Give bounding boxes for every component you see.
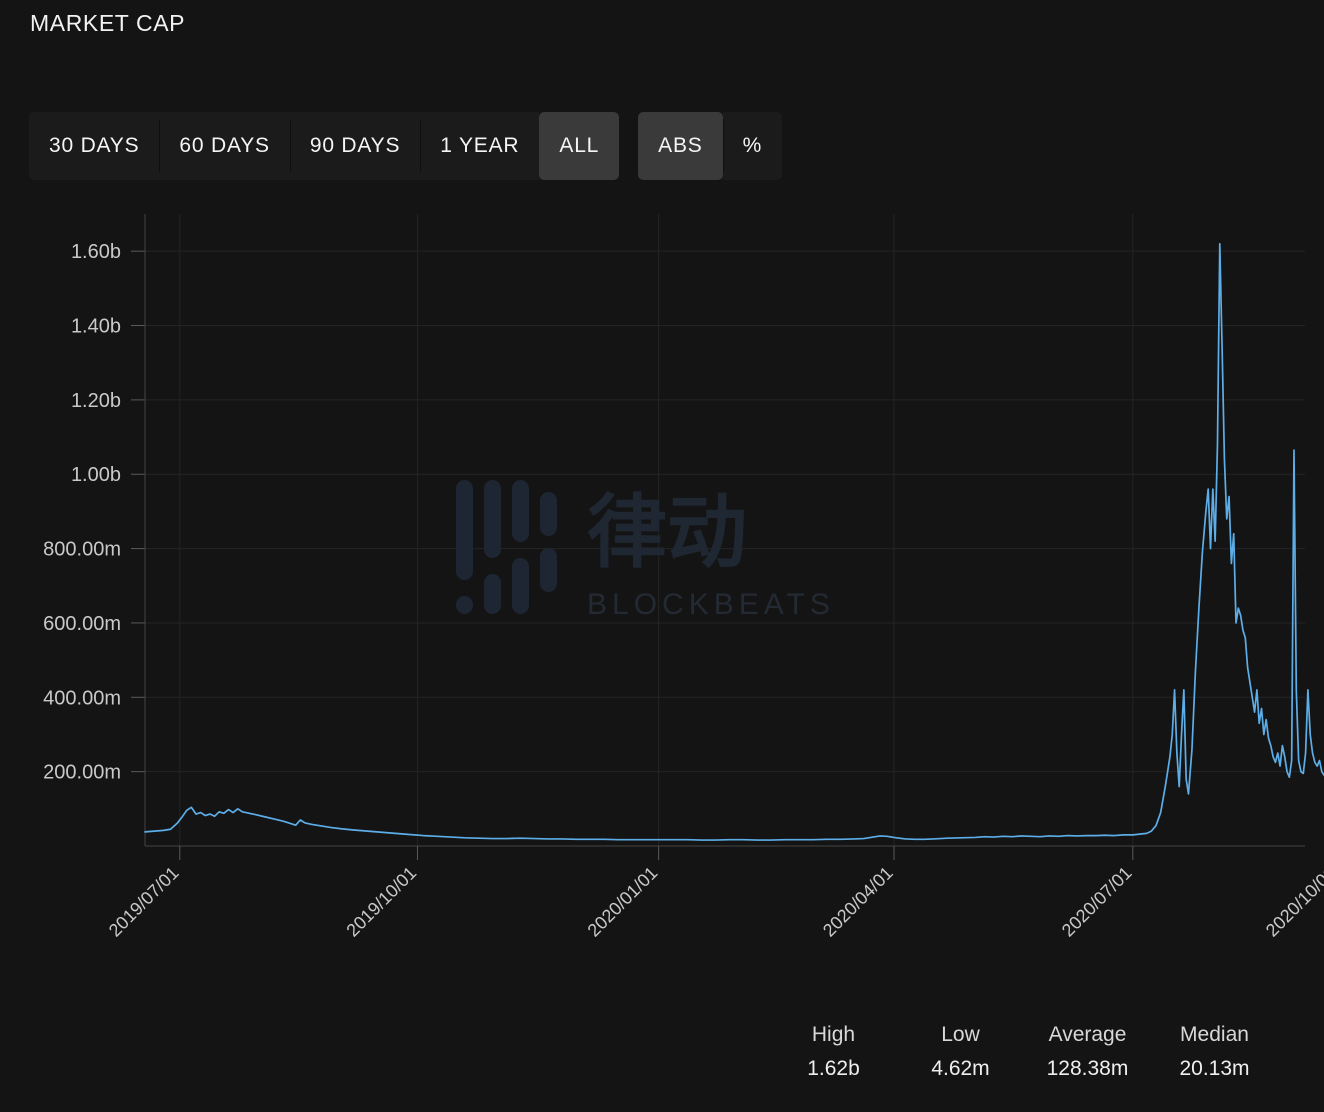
x-tick-label: 2019/10/01 (342, 863, 420, 941)
stat-low: Low4.62m (897, 1018, 1024, 1086)
stat-high: High1.62b (770, 1018, 897, 1086)
stat-median: Median20.13m (1151, 1018, 1278, 1086)
range-60-days-button[interactable]: 60 DAYS (159, 112, 289, 180)
market-cap-line-series (145, 244, 1324, 840)
y-tick-label: 800.00m (43, 539, 121, 561)
y-axis-ticks (131, 251, 145, 771)
x-tick-label: 2020/10/01 (1262, 863, 1324, 941)
range-1-year-button[interactable]: 1 YEAR (420, 112, 539, 180)
vertical-gridlines (180, 214, 1133, 846)
range-all-button[interactable]: ALL (539, 112, 619, 180)
mode-button-group: ABS% (638, 112, 782, 180)
y-tick-label: 1.00b (71, 464, 121, 486)
mode--button[interactable]: % (723, 112, 782, 180)
market-cap-chart: 1.60b 1.40b 1.20b 1.00b 800.00m 600.00m 400.00… (0, 196, 1324, 966)
y-tick-label: 600.00m (43, 613, 121, 635)
x-tick-label: 2020/07/01 (1058, 863, 1136, 941)
chart-summary-stats: High1.62bLow4.62mAverage128.38mMedian20.… (770, 1018, 1278, 1086)
mode-abs-button[interactable]: ABS (638, 112, 722, 180)
horizontal-gridlines (145, 251, 1305, 771)
x-axis-ticks (180, 846, 1133, 860)
stat-average-label: Average (1024, 1018, 1151, 1052)
y-tick-label: 1.20b (71, 390, 121, 412)
chart-svg: 1.60b 1.40b 1.20b 1.00b 800.00m 600.00m 400.00… (0, 196, 1324, 966)
stat-high-value: 1.62b (770, 1052, 897, 1086)
page-title: MARKET CAP (30, 10, 185, 37)
y-tick-label: 400.00m (43, 687, 121, 709)
range-button-group: 30 DAYS60 DAYS90 DAYS1 YEARALL (29, 112, 619, 180)
x-tick-label: 2019/07/01 (105, 863, 183, 941)
stat-median-value: 20.13m (1151, 1052, 1278, 1086)
y-tick-label: 1.40b (71, 316, 121, 338)
y-axis-labels: 1.60b 1.40b 1.20b 1.00b 800.00m 600.00m 400.00… (43, 241, 121, 783)
y-tick-label: 1.60b (71, 241, 121, 263)
y-tick-label: 200.00m (43, 762, 121, 784)
toolbar-group-divider (619, 112, 638, 180)
stat-low-value: 4.62m (897, 1052, 1024, 1086)
stat-low-label: Low (897, 1018, 1024, 1052)
x-axis-labels: 2019/07/01 2019/10/01 2020/01/01 2020/04/01… (105, 863, 1324, 941)
chart-controls-toolbar: 30 DAYS60 DAYS90 DAYS1 YEARALL ABS% (29, 112, 782, 180)
stat-median-label: Median (1151, 1018, 1278, 1052)
range-90-days-button[interactable]: 90 DAYS (290, 112, 420, 180)
stat-high-label: High (770, 1018, 897, 1052)
stat-average-value: 128.38m (1024, 1052, 1151, 1086)
x-tick-label: 2020/04/01 (819, 863, 897, 941)
x-tick-label: 2020/01/01 (584, 863, 662, 941)
range-30-days-button[interactable]: 30 DAYS (29, 112, 159, 180)
stat-average: Average128.38m (1024, 1018, 1151, 1086)
